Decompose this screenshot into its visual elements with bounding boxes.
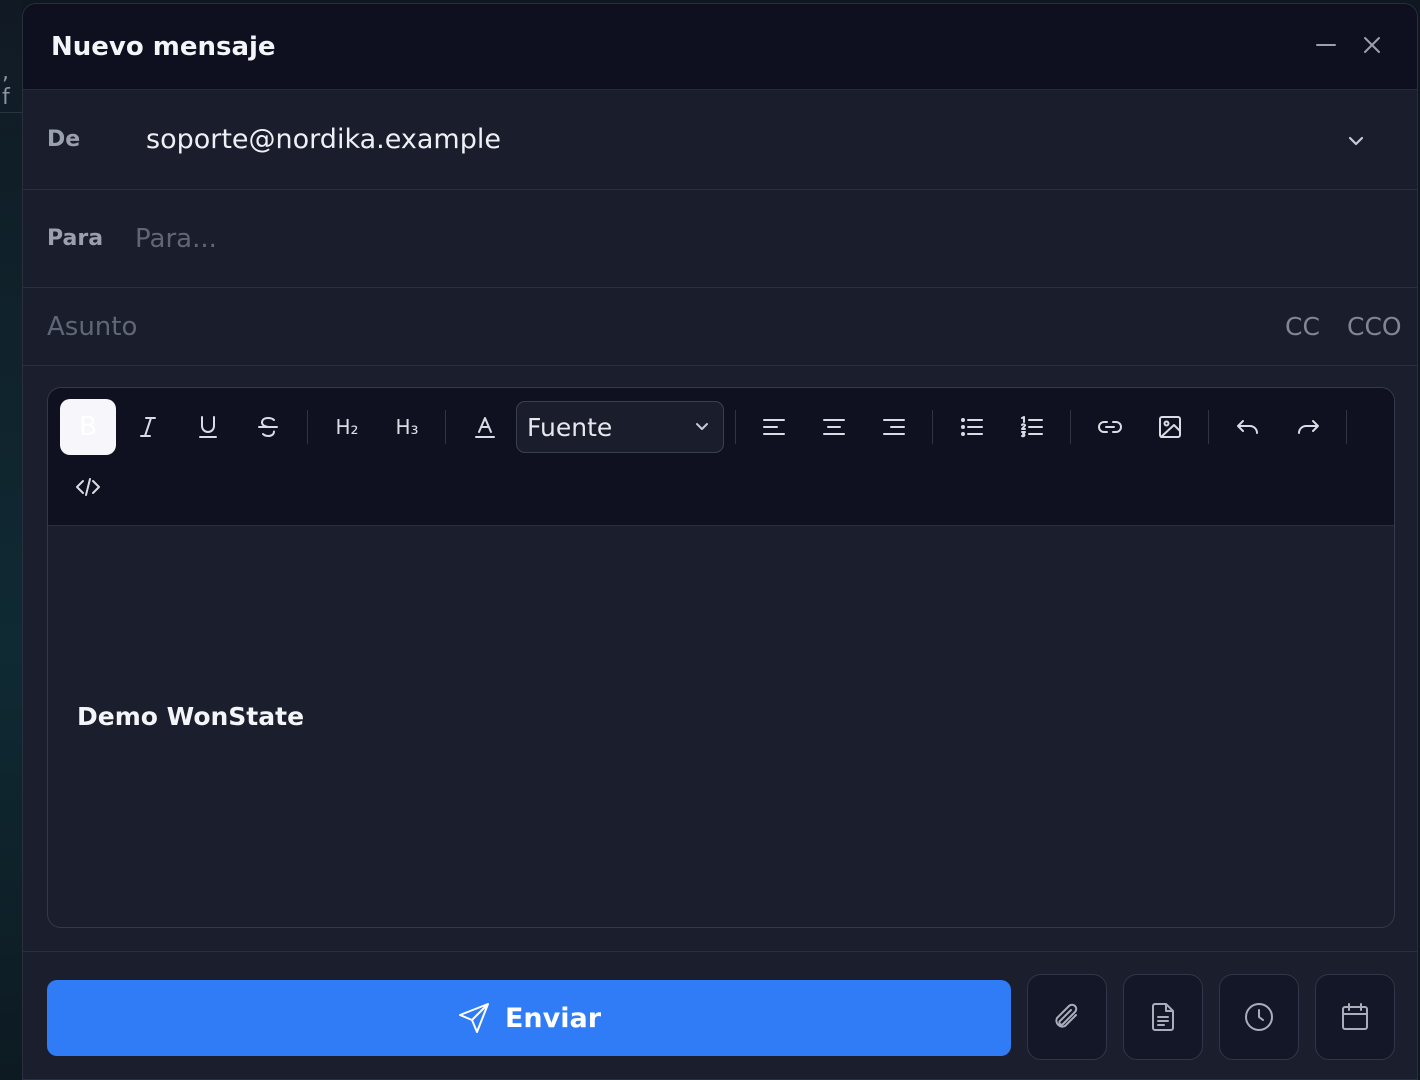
undo-icon: [1237, 420, 1258, 434]
toolbar-separator: [445, 410, 446, 444]
minimize-button[interactable]: [1309, 28, 1343, 62]
toolbar-separator: [1346, 410, 1347, 444]
bullet-list-button[interactable]: [944, 399, 1000, 455]
to-label: Para: [47, 226, 104, 251]
toolbar-separator: [735, 410, 736, 444]
compose-dialog: Nuevo mensaje De soporte@nordika.example…: [22, 3, 1418, 1080]
template-button[interactable]: [1123, 974, 1203, 1060]
document-icon: [1152, 1003, 1174, 1031]
editor-body-text: Demo WonState: [77, 702, 305, 731]
bold-icon: B: [79, 412, 97, 442]
code-icon: [76, 478, 100, 496]
send-button-label: Enviar: [504, 1002, 602, 1034]
dialog-header: Nuevo mensaje: [23, 4, 1417, 90]
ordered-list-icon: [1021, 416, 1043, 438]
toolbar-separator: [307, 410, 308, 444]
subject-input[interactable]: [47, 311, 1247, 342]
insert-link-button[interactable]: [1082, 399, 1138, 455]
send-button[interactable]: Enviar: [47, 980, 1011, 1056]
to-input[interactable]: [135, 223, 1335, 254]
redo-button[interactable]: [1280, 399, 1336, 455]
to-row: Para: [23, 190, 1417, 288]
italic-button[interactable]: [120, 399, 176, 455]
code-view-button[interactable]: [60, 459, 116, 515]
close-icon: [1364, 37, 1380, 53]
paperclip-icon: [1055, 1003, 1078, 1028]
clock-icon: [1245, 1003, 1273, 1031]
from-label: De: [47, 127, 81, 152]
background-app: , f: [0, 0, 22, 1080]
align-right-button[interactable]: [866, 399, 922, 455]
cc-toggle[interactable]: CC: [1285, 312, 1320, 341]
toolbar-separator: [1070, 410, 1071, 444]
editor-content[interactable]: Demo WonState: [48, 526, 1394, 926]
ordered-list-button[interactable]: [1004, 399, 1060, 455]
font-select-value: Fuente: [527, 412, 613, 442]
heading-2-icon: H₂: [335, 415, 359, 439]
underline-icon: [199, 416, 217, 438]
dialog-footer: Enviar: [23, 951, 1417, 1079]
align-center-icon: [823, 419, 845, 435]
bullet-list-icon: [961, 418, 983, 436]
background-text-fragment: , f: [2, 60, 10, 110]
chevron-down-icon[interactable]: [1341, 126, 1371, 156]
from-row[interactable]: De soporte@nordika.example: [23, 90, 1417, 190]
italic-icon: [140, 417, 156, 437]
toolbar-separator: [1208, 410, 1209, 444]
undo-button[interactable]: [1220, 399, 1276, 455]
calendar-button[interactable]: [1315, 974, 1395, 1060]
chevron-down-icon: [696, 423, 708, 430]
heading-2-button[interactable]: H₂: [319, 399, 375, 455]
toolbar-separator: [932, 410, 933, 444]
underline-button[interactable]: [180, 399, 236, 455]
align-left-icon: [763, 419, 785, 435]
strikethrough-button[interactable]: [240, 399, 296, 455]
editor-toolbar: B H₂ H₃ Fuente: [48, 388, 1394, 526]
cco-toggle[interactable]: CCO: [1347, 312, 1402, 341]
align-left-button[interactable]: [746, 399, 802, 455]
dialog-title: Nuevo mensaje: [51, 31, 276, 62]
background-divider: [0, 112, 22, 113]
close-button[interactable]: [1355, 28, 1389, 62]
schedule-button[interactable]: [1219, 974, 1299, 1060]
text-color-button[interactable]: [457, 399, 513, 455]
calendar-icon: [1342, 1003, 1368, 1030]
heading-3-button[interactable]: H₃: [379, 399, 435, 455]
image-icon: [1159, 416, 1181, 438]
strikethrough-icon: [258, 417, 278, 437]
redo-icon: [1298, 420, 1319, 434]
bold-button[interactable]: B: [60, 399, 116, 455]
attach-button[interactable]: [1027, 974, 1107, 1060]
font-select[interactable]: Fuente: [516, 401, 724, 453]
align-right-icon: [883, 419, 905, 435]
rich-text-editor: B H₂ H₃ Fuente Demo WonState: [47, 387, 1395, 928]
subject-row: CC CCO: [23, 288, 1417, 366]
link-icon: [1098, 421, 1122, 433]
insert-image-button[interactable]: [1142, 399, 1198, 455]
minimize-icon: [1316, 44, 1336, 46]
heading-3-icon: H₃: [395, 415, 419, 439]
send-icon: [458, 1003, 489, 1033]
text-color-icon: [475, 417, 495, 438]
from-value: soporte@nordika.example: [146, 124, 501, 155]
align-center-button[interactable]: [806, 399, 862, 455]
